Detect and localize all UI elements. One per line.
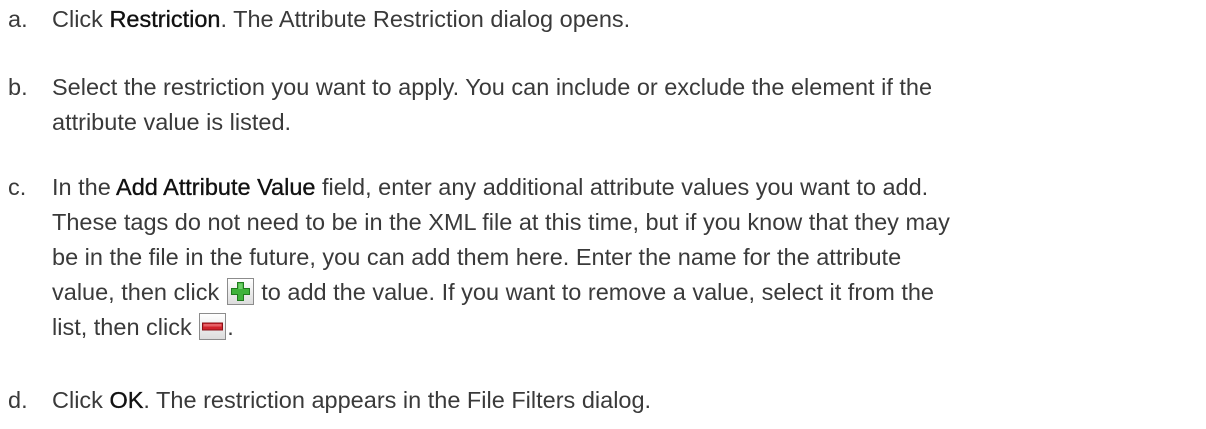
text-run: In the (52, 174, 117, 200)
ui-term: OK (109, 387, 144, 413)
step-text: In the Add Attribute Value field, enter … (52, 170, 1202, 345)
text-run: . The Attribute Restriction dialog opens… (220, 6, 631, 32)
step-marker: a. (8, 6, 28, 32)
text-run: These tags do not need to be in the XML … (52, 209, 950, 235)
text-line: list, then click . (52, 310, 1202, 345)
step-text: Click Restriction. The Attribute Restric… (52, 2, 1202, 37)
text-run: list, then click (52, 314, 199, 340)
text-run: Click (52, 387, 110, 413)
text-line: value, then click to add the value. If y… (52, 275, 1202, 310)
step-text: Select the restriction you want to apply… (52, 70, 1202, 140)
remove-icon[interactable] (199, 313, 227, 340)
step-d: d. Click OK. The restriction appears in t… (0, 383, 1206, 418)
text-run: value, then click (52, 279, 226, 305)
step-marker: c. (8, 174, 27, 200)
step-marker: b. (8, 74, 28, 100)
text-run: Select the restriction you want to apply… (52, 74, 933, 100)
text-run: field, enter any additional attribute va… (315, 174, 929, 200)
step-marker: d. (8, 387, 28, 413)
text-line: Click Restriction. The Attribute Restric… (52, 2, 1202, 37)
text-line: Click OK. The restriction appears in the… (52, 383, 1202, 418)
text-line: be in the file in the future, you can ad… (52, 240, 1202, 275)
instructions-document: a. Click Restriction. The Attribute Restr… (0, 0, 1206, 429)
step-a: a. Click Restriction. The Attribute Restr… (0, 2, 1206, 37)
add-icon[interactable] (226, 278, 254, 305)
text-run: be in the file in the future, you can ad… (52, 244, 902, 270)
text-run: . The restriction appears in the File Fi… (143, 387, 652, 413)
text-run: . (227, 314, 234, 340)
step-b: b. Select the restriction you want to app… (0, 70, 1206, 140)
text-line: Select the restriction you want to apply… (52, 70, 1202, 105)
text-line: attribute value is listed. (52, 105, 1202, 140)
text-run: attribute value is listed. (52, 109, 292, 135)
ui-term: Add Attribute Value (116, 174, 316, 200)
step-text: Click OK. The restriction appears in the… (52, 383, 1202, 418)
text-run: Click (52, 6, 110, 32)
text-line: These tags do not need to be in the XML … (52, 205, 1202, 240)
text-run: to add the value. If you want to remove … (254, 279, 934, 305)
ui-term: Restriction (109, 6, 221, 32)
text-line: In the Add Attribute Value field, enter … (52, 170, 1202, 205)
step-c: c. In the Add Attribute Value field, ente… (0, 170, 1206, 345)
